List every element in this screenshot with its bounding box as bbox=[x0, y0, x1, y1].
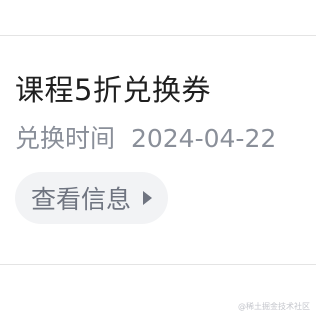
bottom-divider bbox=[0, 264, 316, 265]
coupon-card: 课程5折兑换券 兑换时间 2024-04-22 查看信息 bbox=[15, 70, 305, 224]
watermark-text: @稀土掘金技术社区 bbox=[238, 302, 310, 311]
top-divider bbox=[0, 35, 316, 36]
redeem-time-label: 兑换时间 bbox=[15, 124, 116, 153]
caret-right-icon bbox=[143, 191, 153, 205]
coupon-page: 课程5折兑换券 兑换时间 2024-04-22 查看信息 @稀土掘金技术社区 bbox=[0, 0, 316, 316]
redeem-time-row: 兑换时间 2024-04-22 bbox=[15, 122, 305, 156]
view-info-button[interactable]: 查看信息 bbox=[15, 172, 169, 224]
coupon-title: 课程5折兑换券 bbox=[15, 73, 211, 107]
view-info-button-label: 查看信息 bbox=[31, 185, 132, 214]
redeem-date: 2024-04-22 bbox=[130, 124, 277, 153]
